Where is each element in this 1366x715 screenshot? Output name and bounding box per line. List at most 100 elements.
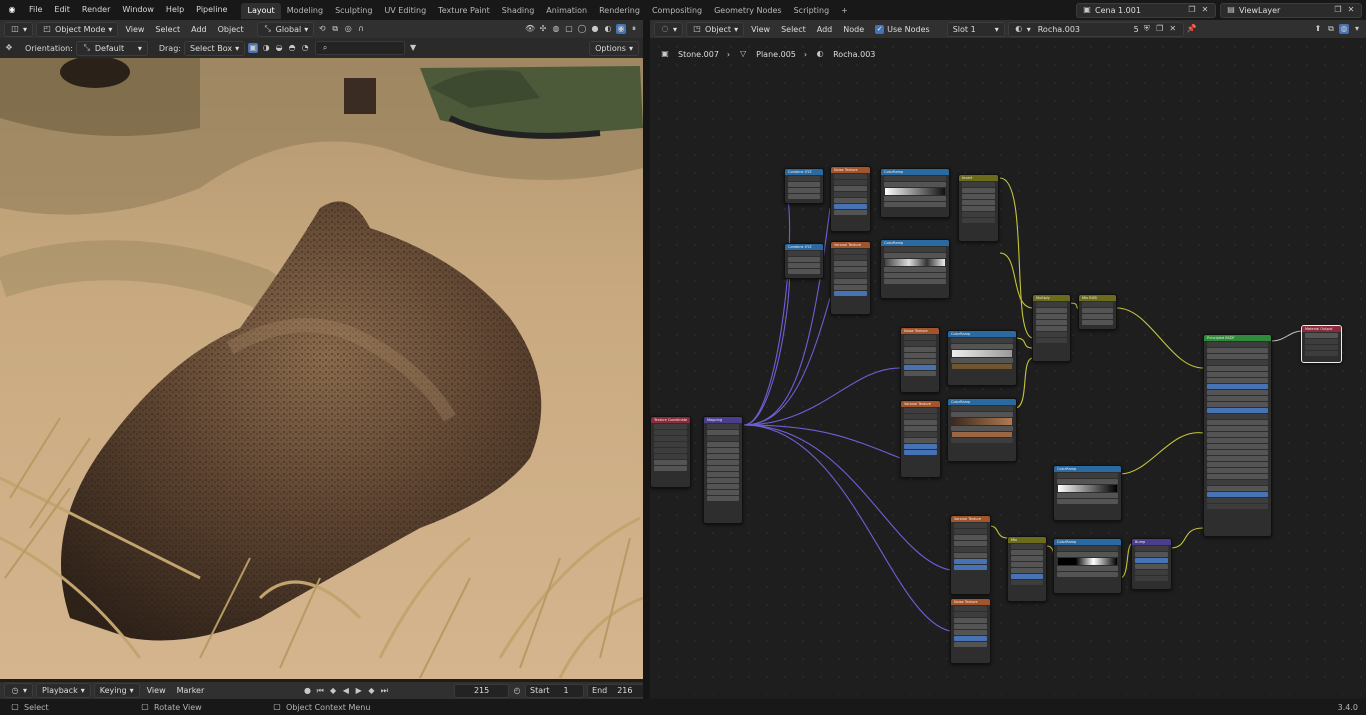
node-field[interactable]	[707, 430, 739, 435]
viewport-menu-add[interactable]: Add	[187, 22, 211, 36]
node-field[interactable]	[834, 204, 867, 209]
node-field[interactable]	[1207, 408, 1268, 413]
select-subtract-icon[interactable]: ◒	[274, 43, 284, 53]
node-mix-rgb[interactable]: Mix RGB	[1078, 294, 1117, 330]
node-field[interactable]	[954, 630, 987, 635]
tab-shading[interactable]: Shading	[496, 3, 541, 19]
node-field[interactable]	[904, 444, 937, 449]
node-field[interactable]	[788, 188, 820, 193]
node-field[interactable]	[884, 267, 946, 272]
node-field[interactable]	[834, 186, 867, 191]
blender-logo-icon[interactable]: ◉	[7, 5, 17, 15]
node-field[interactable]	[707, 496, 739, 501]
node-field[interactable]	[1207, 444, 1268, 449]
node-field[interactable]	[1207, 354, 1268, 359]
use-nodes-checkbox[interactable]: ✓	[875, 24, 885, 34]
viewport-menu-object[interactable]: Object	[214, 22, 248, 36]
node-field[interactable]	[1207, 366, 1268, 371]
node-colorramp[interactable]: ColorRamp	[880, 168, 950, 218]
node-field[interactable]	[1305, 333, 1338, 338]
node-field[interactable]	[1207, 378, 1268, 383]
timeline-editor-type[interactable]: ◷ ▾	[4, 683, 34, 698]
color-ramp-gradient[interactable]	[885, 188, 945, 195]
node-field[interactable]	[707, 466, 739, 471]
node-field[interactable]	[1057, 572, 1118, 577]
node-field[interactable]	[1207, 420, 1268, 425]
node-field[interactable]	[707, 448, 739, 453]
menu-window[interactable]: Window	[116, 0, 160, 20]
node-field[interactable]	[884, 202, 946, 207]
node-field[interactable]	[1207, 474, 1268, 479]
tab-scripting[interactable]: Scripting	[788, 3, 836, 19]
play-icon[interactable]: ▶	[354, 686, 364, 696]
menu-render[interactable]: Render	[76, 0, 116, 20]
search-input[interactable]: ⌕	[315, 41, 406, 55]
node-field[interactable]	[1011, 550, 1043, 555]
jump-end-icon[interactable]: ⏭	[379, 686, 389, 696]
node-field[interactable]	[1207, 390, 1268, 395]
node-field[interactable]	[1207, 450, 1268, 455]
node-voronoi-texture[interactable]: Voronoi Texture	[830, 241, 871, 315]
parent-node-tree-icon[interactable]: ⬆	[1313, 24, 1323, 34]
node-field[interactable]	[1207, 438, 1268, 443]
node-field[interactable]	[884, 279, 946, 284]
node-field[interactable]	[834, 210, 867, 215]
node-field[interactable]	[1135, 558, 1168, 563]
node-field[interactable]	[904, 353, 936, 358]
color-swatch[interactable]	[952, 364, 1012, 369]
node-principled-bsdf[interactable]: Principled BSDF	[1203, 334, 1272, 537]
tab-texture-paint[interactable]: Texture Paint	[432, 3, 496, 19]
node-field[interactable]	[1135, 552, 1168, 557]
node-field[interactable]	[884, 273, 946, 278]
drag-dropdown[interactable]: Select Box ▾	[183, 40, 246, 56]
transform-orientation-dropdown[interactable]: ⤡ Global ▾	[256, 21, 315, 37]
close-icon[interactable]: ✕	[1200, 5, 1210, 15]
node-overlay-icon[interactable]: ◍	[1339, 24, 1349, 34]
node-field[interactable]	[707, 490, 739, 495]
tab-compositing[interactable]: Compositing	[646, 3, 708, 19]
scene-selector[interactable]: ▣ Cena 1.001 ❐ ✕	[1076, 2, 1216, 18]
node-field[interactable]	[1207, 396, 1268, 401]
node-editor-canvas[interactable]: ▣ Stone.007 › ▽ Plane.005 › ◐ Rocha.003	[650, 38, 1366, 695]
node-field[interactable]	[954, 559, 987, 564]
node-field[interactable]	[707, 442, 739, 447]
node-field[interactable]	[904, 347, 936, 352]
overlay-icon[interactable]: ◍	[551, 24, 561, 34]
select-extend-icon[interactable]: ◑	[261, 43, 271, 53]
proportional-editing-icon[interactable]: ◎	[343, 24, 353, 34]
node-field[interactable]	[962, 206, 995, 211]
wireframe-shading-icon[interactable]: ◯	[577, 24, 587, 34]
node-colorramp[interactable]: ColorRamp	[880, 239, 950, 299]
node-field[interactable]	[954, 553, 987, 558]
node-field[interactable]	[707, 454, 739, 459]
current-frame-field[interactable]: 215	[454, 683, 510, 698]
node-field[interactable]	[884, 182, 946, 187]
node-field[interactable]	[951, 426, 1013, 431]
node-field[interactable]	[904, 450, 937, 455]
backdrop-icon[interactable]: ▾	[1352, 24, 1362, 34]
node-editor-type-button[interactable]: ◌ ▾	[654, 21, 684, 37]
node-field[interactable]	[834, 267, 867, 272]
node-bump[interactable]: Bump	[1131, 538, 1172, 590]
node-field[interactable]	[951, 412, 1013, 417]
object-mode-dropdown[interactable]: ◰ Object Mode ▾	[36, 21, 119, 37]
node-voronoi-texture[interactable]: Voronoi Texture	[900, 400, 941, 478]
node-field[interactable]	[707, 472, 739, 477]
end-frame-field[interactable]: End 216	[587, 683, 647, 698]
falloff-icon[interactable]: ∩	[356, 24, 366, 34]
node-field[interactable]	[1207, 426, 1268, 431]
use-nodes-toggle[interactable]: ✓ Use Nodes	[871, 22, 934, 36]
rendered-shading-icon[interactable]: ◉	[616, 24, 626, 34]
node-field[interactable]	[1082, 308, 1113, 313]
node-mapping[interactable]: Mapping	[703, 416, 743, 524]
jump-start-icon[interactable]: ⏮	[315, 686, 325, 696]
node-field[interactable]	[1036, 320, 1067, 325]
shader-type-dropdown[interactable]: ◳ Object ▾	[686, 21, 745, 37]
close-icon[interactable]: ✕	[1168, 24, 1178, 34]
tab-uv-editing[interactable]: UV Editing	[378, 3, 432, 19]
node-texture-coordinate[interactable]: Texture Coordinate	[650, 416, 691, 488]
node-field[interactable]	[834, 261, 867, 266]
color-swatch[interactable]	[952, 432, 1012, 437]
menu-edit[interactable]: Edit	[48, 0, 76, 20]
material-shading-icon[interactable]: ◐	[603, 24, 613, 34]
